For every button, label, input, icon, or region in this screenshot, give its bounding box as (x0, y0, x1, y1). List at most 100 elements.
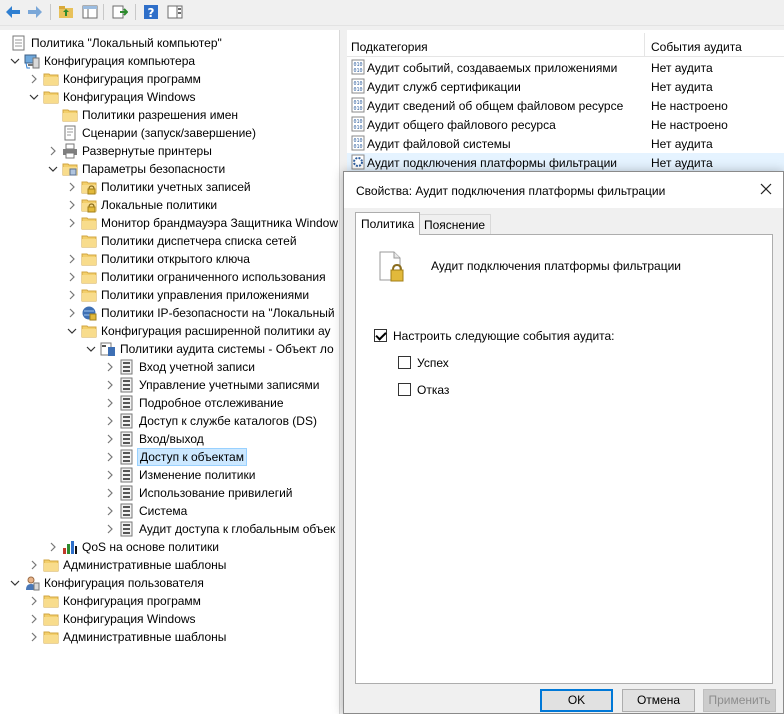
tree-item-label: Система (139, 504, 188, 518)
tab-explain[interactable]: Пояснение (418, 214, 492, 234)
tree-item[interactable]: Система (0, 502, 339, 520)
audit-icon (119, 485, 135, 501)
audit-events-cell: Нет аудита (651, 61, 713, 75)
tree-item[interactable]: Политики диспетчера списка сетей (0, 232, 339, 250)
tree-item-label: Параметры безопасности (82, 162, 226, 176)
chevron-down-icon[interactable] (48, 163, 58, 175)
up-folder-icon[interactable] (57, 3, 75, 21)
tree-item[interactable]: Политики ограниченного использования (0, 268, 339, 286)
close-icon[interactable] (759, 182, 775, 198)
export-list-icon[interactable] (111, 3, 129, 21)
tree-item[interactable]: Доступ к службе каталогов (DS) (0, 412, 339, 430)
chevron-down-icon[interactable] (10, 55, 20, 67)
table-row[interactable]: 010 010 Аудит сведений об общем файловом р… (347, 96, 784, 115)
ok-button[interactable]: OK (540, 689, 613, 712)
failure-checkbox[interactable] (398, 383, 411, 396)
tree-item[interactable]: Сценарии (запуск/завершение) (0, 124, 339, 142)
chevron-right-icon[interactable] (29, 595, 39, 607)
tree-item[interactable]: Параметры безопасности (0, 160, 339, 178)
security-folder-icon (62, 161, 78, 177)
tree-item[interactable]: Вход учетной записи (0, 358, 339, 376)
chevron-right-icon[interactable] (67, 253, 77, 265)
chevron-down-icon[interactable] (29, 91, 39, 103)
tree-item[interactable]: Конфигурация программ (0, 70, 339, 88)
chevron-right-icon[interactable] (67, 199, 77, 211)
apply-button[interactable]: Применить (703, 689, 776, 712)
chevron-right-icon[interactable] (105, 523, 115, 535)
configure-events-checkbox[interactable] (374, 329, 387, 342)
chevron-right-icon[interactable] (105, 361, 115, 373)
tree-item[interactable]: Конфигурация Windows (0, 88, 339, 106)
tree-item[interactable]: Конфигурация расширенной политики ау (0, 322, 339, 340)
show-hide-tree-icon[interactable] (81, 3, 99, 21)
chevron-right-icon[interactable] (105, 487, 115, 499)
tree-item[interactable]: Развернутые принтеры (0, 142, 339, 160)
table-row[interactable]: Аудит подключения платформы фильтрации Не… (347, 153, 784, 172)
chevron-right-icon[interactable] (67, 271, 77, 283)
table-row[interactable]: 010 010 Аудит служб сертификации Нет аудита (347, 77, 784, 96)
tree-item[interactable]: Аудит доступа к глобальным объек (0, 520, 339, 538)
tree-item[interactable]: Административные шаблоны (0, 628, 339, 646)
chevron-down-icon[interactable] (10, 577, 20, 589)
tree-item[interactable]: Политики аудита системы - Объект ло (0, 340, 339, 358)
chevron-right-icon[interactable] (105, 397, 115, 409)
chevron-right-icon[interactable] (67, 217, 77, 229)
tree-item[interactable]: Локальные политики (0, 196, 339, 214)
cancel-button[interactable]: Отмена (622, 689, 695, 712)
tree-item[interactable]: Конфигурация компьютера (0, 52, 339, 70)
tab-policy[interactable]: Политика (355, 212, 421, 235)
chevron-right-icon[interactable] (29, 73, 39, 85)
tree-item-root[interactable]: Политика "Локальный компьютер" (0, 34, 339, 52)
chevron-right-icon[interactable] (105, 379, 115, 391)
tree-item[interactable]: Вход/выход (0, 430, 339, 448)
chevron-down-icon[interactable] (86, 343, 96, 355)
tree-item[interactable]: Политики управления приложениями (0, 286, 339, 304)
chevron-right-icon[interactable] (48, 145, 58, 157)
tree-item[interactable]: Монитор брандмауэра Защитника Window (0, 214, 339, 232)
chevron-right-icon[interactable] (105, 451, 115, 463)
help-icon[interactable]: ? (142, 3, 160, 21)
tree-item[interactable]: Конфигурация программ (0, 592, 339, 610)
chart-icon (62, 539, 78, 555)
chevron-right-icon[interactable] (29, 631, 39, 643)
tree-item-label: Политики ограниченного использования (101, 270, 326, 284)
tree-item[interactable]: QoS на основе политики (0, 538, 339, 556)
chevron-right-icon[interactable] (105, 469, 115, 481)
tree-item-label: Политики диспетчера списка сетей (101, 234, 297, 248)
tree-item-label: Политика "Локальный компьютер" (31, 36, 222, 50)
chevron-right-icon[interactable] (105, 505, 115, 517)
tree-item[interactable]: Политики IP-безопасности на "Локальный (0, 304, 339, 322)
chevron-right-icon[interactable] (67, 289, 77, 301)
tree-item[interactable]: Политики учетных записей (0, 178, 339, 196)
tree-item[interactable]: Изменение политики (0, 466, 339, 484)
tree-item[interactable]: Административные шаблоны (0, 556, 339, 574)
forward-arrow-icon[interactable] (26, 3, 44, 21)
tree-item[interactable]: Конфигурация пользователя (0, 574, 339, 592)
column-header-audit-events[interactable]: События аудита (651, 40, 742, 54)
back-arrow-icon[interactable] (4, 3, 22, 21)
tree-item[interactable]: Подробное отслеживание (0, 394, 339, 412)
success-label: Успех (417, 356, 449, 370)
tree-item[interactable]: Политики разрешения имен (0, 106, 339, 124)
chevron-right-icon[interactable] (29, 613, 39, 625)
tree-item[interactable]: Политики открытого ключа (0, 250, 339, 268)
chevron-right-icon[interactable] (67, 181, 77, 193)
show-action-pane-icon[interactable] (166, 3, 184, 21)
chevron-down-icon[interactable] (67, 325, 77, 337)
tree-item[interactable]: Доступ к объектам (0, 448, 339, 466)
audit-events-cell: Не настроено (651, 118, 728, 132)
chevron-right-icon[interactable] (67, 307, 77, 319)
tree-item[interactable]: Управление учетными записями (0, 376, 339, 394)
chevron-right-icon[interactable] (105, 433, 115, 445)
success-checkbox[interactable] (398, 356, 411, 369)
table-row[interactable]: 010 010 Аудит событий, создаваемых приложе… (347, 58, 784, 77)
column-header-subcategory[interactable]: Подкатегория (351, 40, 428, 54)
chevron-right-icon[interactable] (29, 559, 39, 571)
chevron-right-icon[interactable] (48, 541, 58, 553)
tree-item[interactable]: Конфигурация Windows (0, 610, 339, 628)
table-row[interactable]: 010 010 Аудит файловой системы Нет аудита (347, 134, 784, 153)
chevron-right-icon[interactable] (105, 415, 115, 427)
tree-item[interactable]: Использование привилегий (0, 484, 339, 502)
table-row[interactable]: 010 010 Аудит общего файлового ресурса Не н… (347, 115, 784, 134)
dialog-title: Свойства: Аудит подключения платформы фи… (356, 184, 666, 198)
